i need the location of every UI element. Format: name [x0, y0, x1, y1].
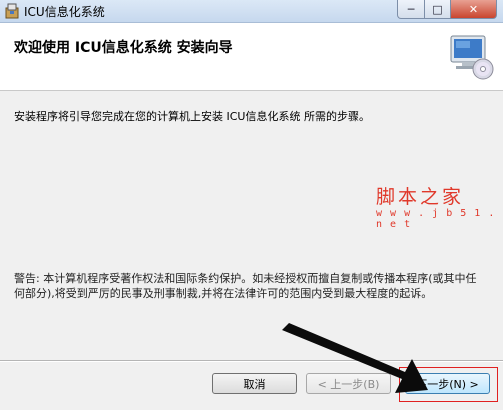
minimize-button[interactable]: ─ [397, 0, 425, 19]
maximize-button[interactable]: □ [425, 0, 451, 19]
back-button[interactable]: < 上一步(B) [306, 373, 391, 394]
installer-app-icon [5, 3, 19, 19]
cancel-button[interactable]: 取消 [212, 373, 297, 394]
page-title: 欢迎使用 ICU信息化系统 安装向导 [14, 40, 233, 56]
watermark-url: w w w . j b 5 1 . n e t [376, 208, 496, 230]
intro-text: 安装程序将引导您完成在您的计算机上安装 ICU信息化系统 所需的步骤。 [14, 110, 370, 123]
watermark: 脚本之家 w w w . j b 5 1 . n e t [376, 186, 496, 230]
installer-window: ICU信息化系统 ─ □ ✕ 欢迎使用 ICU信息化系统 安装向导 安装程序将引… [0, 0, 503, 410]
copyright-warning: 警告: 本计算机程序受著作权法和国际条约保护。如未经授权而擅自复制或传播本程序(… [14, 272, 477, 300]
computer-cd-icon [450, 35, 494, 80]
window-controls: ─ □ ✕ [397, 0, 497, 19]
wizard-content: 安装程序将引导您完成在您的计算机上安装 ICU信息化系统 所需的步骤。 脚本之家… [0, 91, 503, 360]
watermark-brand: 脚本之家 [376, 186, 465, 208]
next-button[interactable]: 下一步(N) > [405, 373, 490, 394]
window-title: ICU信息化系统 [24, 5, 105, 19]
footer-separator [0, 360, 503, 362]
close-button[interactable]: ✕ [451, 0, 497, 19]
title-bar[interactable]: ICU信息化系统 ─ □ ✕ [0, 0, 503, 23]
wizard-header: 欢迎使用 ICU信息化系统 安装向导 [0, 23, 503, 91]
